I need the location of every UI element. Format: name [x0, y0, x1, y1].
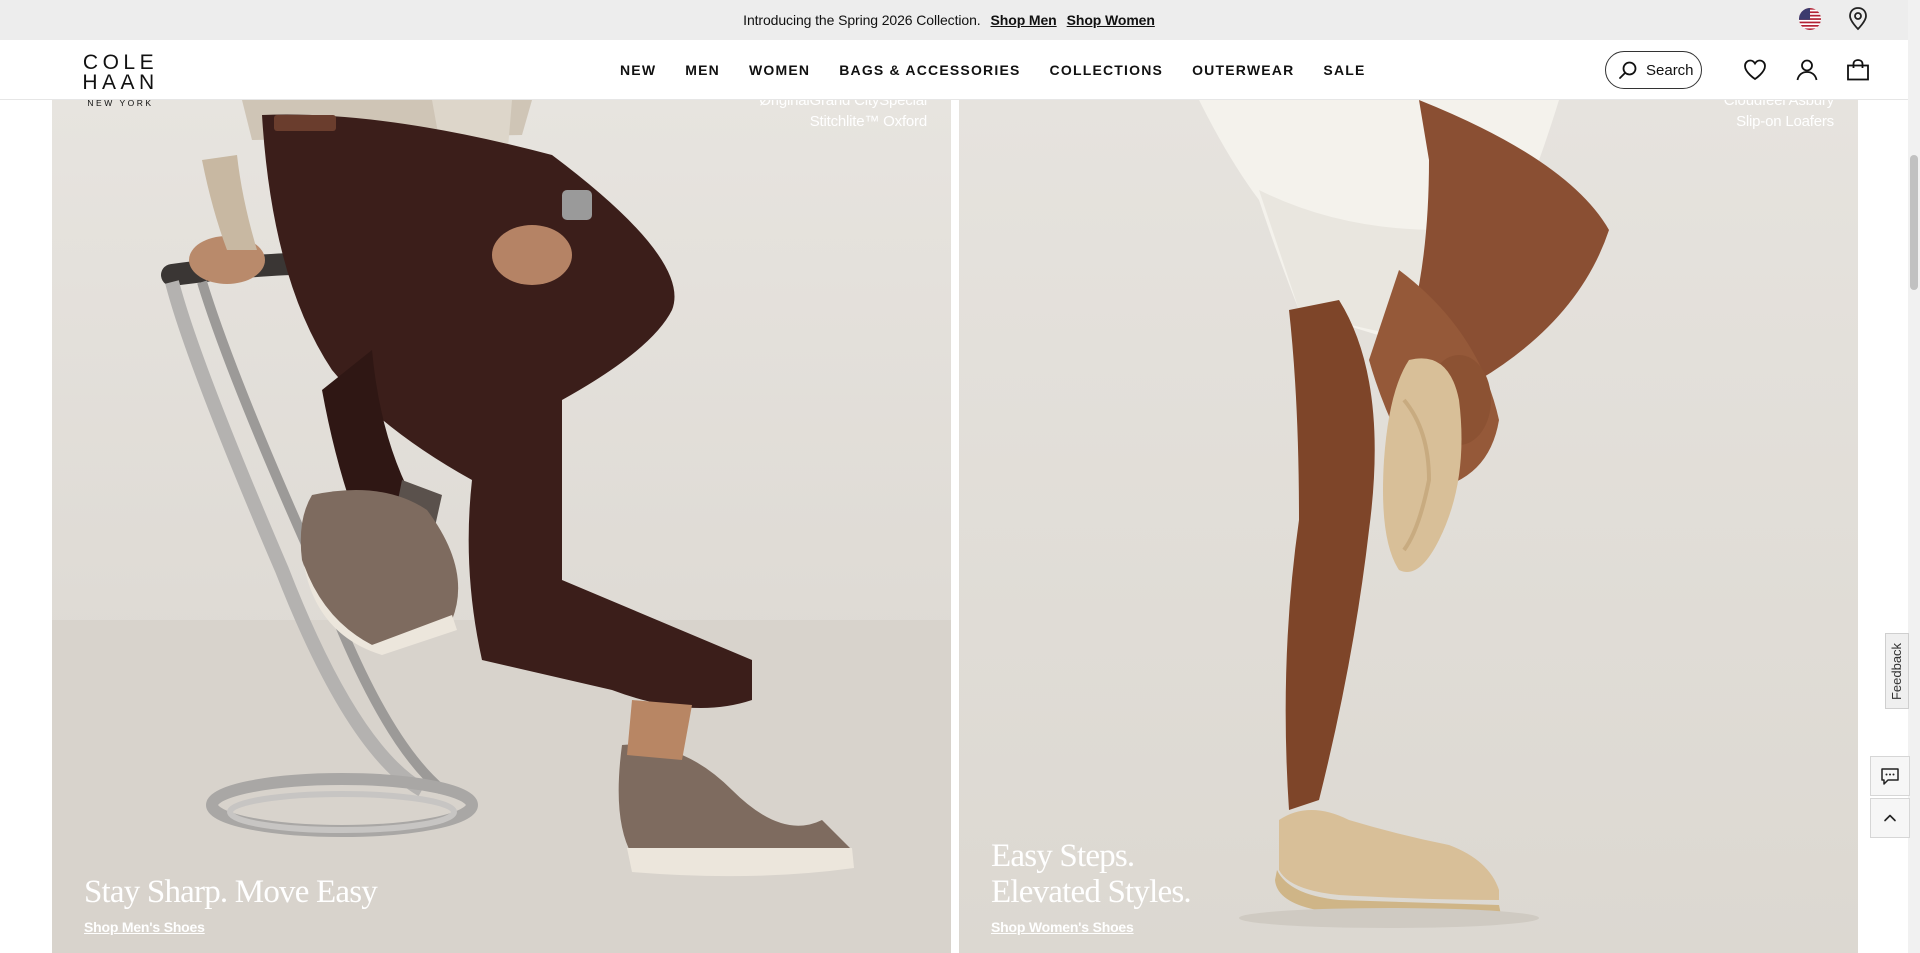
main-navigation: NEW MEN WOMEN BAGS & ACCESSORIES COLLECT… [620, 40, 1395, 100]
back-to-top-button[interactable] [1870, 798, 1910, 838]
announcement-text: Introducing the Spring 2026 Collection. [743, 12, 981, 28]
chat-bubble-icon [1881, 768, 1899, 785]
hero-panel-women[interactable]: Cloudfeel Asbury Slip-on Loafers Easy St… [959, 100, 1858, 953]
nav-women[interactable]: WOMEN [749, 62, 810, 78]
women-headline-line2: Elevated Styles. [991, 874, 1192, 910]
women-product-name-line2: Slip-on Loafers [1736, 113, 1834, 130]
shop-womens-shoes-link[interactable]: Shop Women's Shoes [991, 919, 1134, 935]
cole-haan-logo[interactable]: COLE HAAN NEW YORK [53, 51, 188, 110]
search-button[interactable]: Search [1605, 51, 1702, 89]
women-headline: Easy Steps. Elevated Styles. [991, 838, 1192, 910]
announcement-content: Introducing the Spring 2026 Collection. … [0, 0, 1908, 40]
women-headline-line1: Easy Steps. [991, 838, 1135, 874]
search-label: Search [1646, 61, 1694, 79]
wishlist-heart-icon[interactable] [1742, 57, 1768, 83]
men-product-caption[interactable]: ØriginalGrand CitySpecial Stitchlite™ Ox… [759, 100, 927, 132]
us-flag-icon[interactable] [1799, 8, 1821, 30]
shopping-bag-icon[interactable] [1845, 57, 1871, 83]
women-hero-image [959, 100, 1858, 953]
chevron-up-icon [1884, 814, 1896, 822]
site-header: COLE HAAN NEW YORK NEW MEN WOMEN BAGS & … [0, 40, 1908, 108]
nav-new[interactable]: NEW [620, 62, 656, 78]
men-headline: Stay Sharp. Move Easy [84, 874, 378, 910]
nav-bags-accessories[interactable]: BAGS & ACCESSORIES [839, 62, 1020, 78]
search-icon [1619, 61, 1637, 79]
chat-button[interactable] [1870, 756, 1910, 796]
logo-subtitle: NEW YORK [87, 98, 154, 108]
women-product-name-line1: Cloudfeel Asbury [1723, 100, 1834, 109]
store-locator-icon[interactable] [1847, 6, 1869, 32]
account-user-icon[interactable] [1794, 57, 1820, 83]
hero-panel-men[interactable]: ØriginalGrand CitySpecial Stitchlite™ Ox… [52, 100, 951, 953]
logo-wordmark: COLE HAAN [82, 51, 159, 94]
women-product-caption[interactable]: Cloudfeel Asbury Slip-on Loafers [1724, 100, 1834, 132]
men-product-name-line1: ØriginalGrand CitySpecial [759, 100, 927, 109]
feedback-label: Feedback [1889, 642, 1905, 700]
men-hero-image [52, 100, 951, 953]
nav-sale[interactable]: SALE [1323, 62, 1365, 78]
feedback-tab[interactable]: Feedback [1885, 633, 1909, 709]
nav-men[interactable]: MEN [685, 62, 720, 78]
page-scrollbar-thumb[interactable] [1910, 155, 1918, 290]
nav-outerwear[interactable]: OUTERWEAR [1192, 62, 1294, 78]
shop-mens-shoes-link[interactable]: Shop Men's Shoes [84, 919, 205, 935]
shop-men-link[interactable]: Shop Men [991, 12, 1057, 28]
announcement-bar: Introducing the Spring 2026 Collection. … [0, 0, 1908, 40]
men-product-name-line2: Stitchlite™ Oxford [809, 113, 927, 130]
shop-women-link[interactable]: Shop Women [1067, 12, 1155, 28]
nav-collections[interactable]: COLLECTIONS [1050, 62, 1164, 78]
